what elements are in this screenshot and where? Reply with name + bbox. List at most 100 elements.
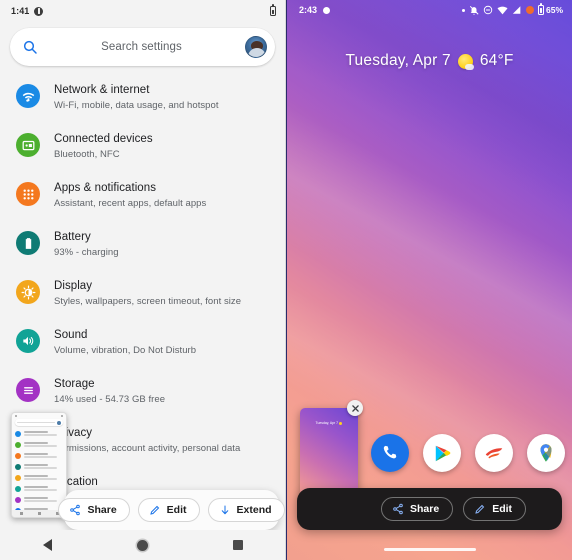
sidebar-item-sound[interactable]: Sound Volume, vibration, Do Not Disturb xyxy=(0,317,285,366)
share-button-label: Share xyxy=(410,503,440,515)
sun-icon xyxy=(457,53,474,70)
settings-item-text: Battery 93% - charging xyxy=(54,229,119,259)
settings-screenshot-thumbnail[interactable] xyxy=(11,412,67,518)
gesture-home-bar[interactable] xyxy=(383,548,476,551)
settings-item-subtitle: Volume, vibration, Do Not Disturb xyxy=(54,345,197,356)
thumbnail-sun-icon xyxy=(339,421,343,425)
edit-button[interactable]: Edit xyxy=(463,497,527,521)
battery-icon xyxy=(537,3,544,15)
thumbnail-search-line xyxy=(17,421,55,424)
screenshot-action-sheet: Share Edit Extend xyxy=(58,490,285,530)
share-button-label: Share xyxy=(87,504,117,516)
thumbnail-date-label: Tuesday, Apr 7 xyxy=(300,421,358,425)
back-triangle-icon[interactable] xyxy=(42,539,52,551)
share-button[interactable]: Share xyxy=(58,498,130,522)
thumbnail-row-icon xyxy=(15,452,21,459)
search-input[interactable]: Search settings xyxy=(38,41,245,53)
settings-item-text: Connected devices Bluetooth, NFC xyxy=(54,131,153,161)
thumbnail-row-lines xyxy=(24,497,63,502)
settings-item-text: Sound Volume, vibration, Do Not Disturb xyxy=(54,327,196,357)
settings-item-title: Sound xyxy=(54,329,88,341)
settings-item-subtitle: Assistant, recent apps, default apps xyxy=(54,198,207,209)
thumbnail-date-text: Tuesday, Apr 7 xyxy=(315,421,338,425)
thumbnail-row xyxy=(12,483,66,494)
status-bar-time: 1:41 xyxy=(11,6,30,16)
home-circle-icon[interactable] xyxy=(136,539,148,551)
thumbnail-row-lines xyxy=(24,464,63,469)
pencil-icon xyxy=(475,504,485,514)
thumbnail-row xyxy=(12,450,66,461)
edit-button-label: Edit xyxy=(492,503,513,515)
phone-app-icon[interactable] xyxy=(371,434,409,472)
volume-icon xyxy=(16,329,40,353)
sidebar-item-storage[interactable]: Storage 14% used - 54.73 GB free xyxy=(0,366,285,415)
wifi-icon xyxy=(497,6,508,15)
thumbnail-row xyxy=(12,472,66,483)
stadia-app-icon[interactable] xyxy=(475,434,513,472)
white-dot-icon xyxy=(323,6,331,14)
extend-button[interactable]: Extend xyxy=(207,498,285,522)
sidebar-item-connected-devices[interactable]: Connected devices Bluetooth, NFC xyxy=(0,121,285,170)
date-weather-widget[interactable]: Tuesday, Apr 7 64°F xyxy=(287,52,572,70)
close-icon[interactable] xyxy=(347,400,363,416)
thumbnail-row-icon xyxy=(15,441,21,448)
search-settings-bar[interactable]: Search settings xyxy=(10,28,275,66)
screenshot-action-sheet: Share Edit xyxy=(297,488,562,530)
settings-item-subtitle: Bluetooth, NFC xyxy=(54,149,120,160)
settings-item-subtitle: Wi-Fi, mobile, data usage, and hotspot xyxy=(54,100,219,111)
thumbnail-row-lines xyxy=(24,442,63,447)
maps-app-icon[interactable] xyxy=(527,434,565,472)
settings-item-title: Battery xyxy=(54,231,91,243)
cast-icon xyxy=(16,133,40,157)
thumbnail-row xyxy=(12,439,66,450)
thumbnail-row-lines xyxy=(24,475,63,480)
navigation-bar xyxy=(0,530,285,560)
left-status-bar: 1:41 xyxy=(0,0,285,22)
thumbnail-search-bar xyxy=(15,419,63,426)
right-status-bar: 2:43 65% xyxy=(287,0,572,20)
settings-screen-panel: 1:41 Search settings Network & internet … xyxy=(0,0,286,560)
sidebar-item-apps-notifications[interactable]: Apps & notifications Assistant, recent a… xyxy=(0,170,285,219)
orange-dot-icon xyxy=(525,6,534,14)
thumbnail-row-icon xyxy=(15,485,21,492)
settings-item-title: Display xyxy=(54,280,93,292)
battery-status: 65% xyxy=(537,3,563,15)
thumbnail-row-lines xyxy=(24,453,63,458)
thumbnail-row-lines xyxy=(24,486,63,491)
sidebar-item-battery[interactable]: Battery 93% - charging xyxy=(0,219,285,268)
thumbnail-row-icon xyxy=(15,430,21,437)
battery-icon xyxy=(270,4,276,16)
settings-item-subtitle: Permissions, account activity, personal … xyxy=(54,443,241,454)
thumbnail-row-icon xyxy=(15,496,21,503)
thumbnail-row-lines xyxy=(24,431,63,436)
wifi-icon xyxy=(16,84,40,108)
settings-item-text: Privacy Permissions, account activity, p… xyxy=(54,425,240,455)
thumbnail-dot-icon xyxy=(61,414,63,417)
battery-icon xyxy=(16,231,40,255)
home-dock xyxy=(287,434,572,472)
thumbnail-status-bar xyxy=(12,413,66,418)
play-store-app-icon[interactable] xyxy=(423,434,461,472)
thumbnail-dot-icon xyxy=(15,414,17,417)
settings-item-title: Network & internet xyxy=(54,84,150,96)
do-not-disturb-icon xyxy=(483,5,493,15)
thumbnail-row xyxy=(12,428,66,439)
extend-button-label: Extend xyxy=(236,504,272,516)
settings-item-subtitle: Styles, wallpapers, screen timeout, font… xyxy=(54,296,242,307)
battery-percent-label: 65% xyxy=(545,5,563,15)
share-button[interactable]: Share xyxy=(381,497,454,521)
recents-square-icon[interactable] xyxy=(232,540,243,550)
settings-item-title: Connected devices xyxy=(54,133,153,145)
status-bar-time: 2:43 xyxy=(299,5,318,15)
sidebar-item-display[interactable]: Display Styles, wallpapers, screen timeo… xyxy=(0,268,285,317)
avatar[interactable] xyxy=(245,36,267,58)
status-bar-left-icons xyxy=(34,6,44,16)
edit-button-label: Edit xyxy=(166,504,187,516)
thumbnail-row-icon xyxy=(15,463,21,470)
thumbnail-row xyxy=(12,494,66,505)
edit-button[interactable]: Edit xyxy=(137,498,200,522)
search-icon xyxy=(22,39,38,55)
settings-item-text: Storage 14% used - 54.73 GB free xyxy=(54,376,165,406)
pencil-icon xyxy=(149,505,159,515)
sidebar-item-network-internet[interactable]: Network & internet Wi-Fi, mobile, data u… xyxy=(0,72,285,121)
